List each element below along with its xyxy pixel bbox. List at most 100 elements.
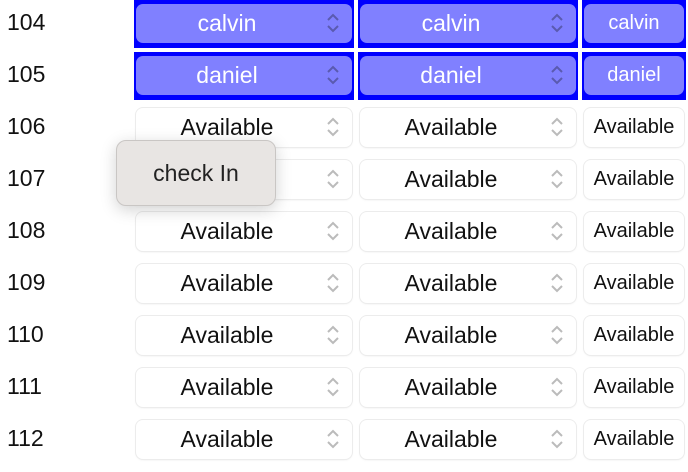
table-cell[interactable]: Available — [358, 104, 578, 152]
chevron-up-down-icon — [550, 220, 564, 242]
popup-value: Available — [180, 374, 274, 400]
table-cell[interactable]: Available — [582, 208, 686, 256]
table-cell[interactable]: Available — [582, 260, 686, 308]
status-popup-button[interactable]: Available — [136, 316, 352, 355]
check-in-popup-button[interactable]: check In — [116, 140, 276, 206]
popup-value: Available — [180, 270, 274, 296]
row-number: 109 — [7, 269, 46, 295]
table-cell[interactable]: Available — [358, 312, 578, 360]
popup-value: Available — [593, 272, 675, 294]
table-cell[interactable]: Available — [134, 208, 354, 256]
table-cell[interactable]: calvin — [582, 0, 686, 48]
table-cell[interactable]: Available — [358, 260, 578, 308]
status-popup-button[interactable]: Available — [584, 160, 684, 199]
table-row: 112 Available Available Available — [0, 418, 688, 470]
row-number: 110 — [7, 321, 44, 347]
row-number: 111 — [7, 373, 42, 399]
popup-value: Available — [404, 218, 498, 244]
chevron-up-down-icon — [326, 12, 340, 34]
chevron-up-down-icon — [326, 168, 340, 190]
chevron-up-down-icon — [550, 12, 564, 34]
table-cell[interactable]: Available — [134, 312, 354, 360]
row-number: 105 — [7, 61, 46, 87]
status-popup-button[interactable]: Available — [584, 368, 684, 407]
status-popup-button[interactable]: Available — [360, 264, 576, 303]
table-cell[interactable]: Available — [582, 416, 686, 464]
popup-value: Available — [404, 322, 498, 348]
popup-value: Available — [404, 270, 498, 296]
table-cell[interactable]: daniel — [358, 52, 578, 100]
chevron-up-down-icon — [550, 428, 564, 450]
table-cell[interactable]: Available — [582, 104, 686, 152]
table-cell[interactable]: Available — [134, 260, 354, 308]
table-cell[interactable]: Available — [358, 416, 578, 464]
status-popup-button[interactable]: calvin — [584, 4, 684, 43]
status-popup-button[interactable]: Available — [360, 420, 576, 459]
chevron-up-down-icon — [550, 64, 564, 86]
status-popup-button[interactable]: calvin — [360, 4, 576, 43]
popup-value: Available — [180, 426, 274, 452]
popup-value: Available — [593, 220, 675, 242]
popup-value: Available — [593, 324, 675, 346]
status-popup-button[interactable]: Available — [584, 212, 684, 251]
status-popup-button[interactable]: Available — [360, 212, 576, 251]
table-cell[interactable]: calvin — [358, 0, 578, 48]
table-cell[interactable]: Available — [582, 364, 686, 412]
status-popup-button[interactable]: Available — [584, 316, 684, 355]
check-in-label: check In — [153, 159, 239, 186]
table-row: 110 Available Available Available — [0, 314, 688, 366]
status-popup-button[interactable]: Available — [360, 108, 576, 147]
chevron-up-down-icon — [326, 324, 340, 346]
table-cell[interactable]: Available — [134, 364, 354, 412]
status-popup-button[interactable]: Available — [360, 368, 576, 407]
row-number: 104 — [7, 9, 46, 35]
table-cell[interactable]: Available — [582, 312, 686, 360]
popup-value: Available — [180, 322, 274, 348]
popup-value: Available — [404, 426, 498, 452]
table-row: 109 Available Available Available — [0, 262, 688, 314]
table-row: 111 Available Available Available — [0, 366, 688, 418]
chevron-up-down-icon — [326, 376, 340, 398]
table-cell[interactable]: Available — [358, 364, 578, 412]
popup-value: Available — [404, 114, 498, 140]
status-popup-button[interactable]: Available — [136, 368, 352, 407]
popup-value: Available — [404, 374, 498, 400]
table-row: 105 daniel daniel daniel — [0, 52, 688, 106]
table-cell[interactable]: daniel — [582, 52, 686, 100]
table-row: 107AvailableAvailableAvailable — [0, 158, 688, 210]
table-row: 106 Available Available Available — [0, 106, 688, 158]
status-popup-button[interactable]: Available — [360, 160, 576, 199]
status-popup-button[interactable]: daniel — [360, 56, 576, 95]
table-cell[interactable]: Available — [358, 208, 578, 256]
row-number: 108 — [7, 217, 46, 243]
chevron-up-down-icon — [550, 116, 564, 138]
status-popup-button[interactable]: Available — [360, 316, 576, 355]
chevron-up-down-icon — [326, 220, 340, 242]
popup-value: daniel — [607, 64, 661, 86]
status-popup-button[interactable]: daniel — [584, 56, 684, 95]
status-popup-button[interactable]: Available — [584, 420, 684, 459]
status-popup-button[interactable]: daniel — [136, 56, 352, 95]
popup-value: calvin — [608, 12, 660, 34]
table-cell[interactable]: Available — [358, 156, 578, 204]
table-row: 108 Available Available Available — [0, 210, 688, 262]
status-popup-button[interactable]: Available — [136, 264, 352, 303]
chevron-up-down-icon — [550, 324, 564, 346]
status-popup-button[interactable]: calvin — [136, 4, 352, 43]
popup-value: Available — [180, 218, 274, 244]
status-popup-button[interactable]: Available — [136, 420, 352, 459]
popup-value: Available — [593, 168, 675, 190]
table-row: 104 calvin calvin calvin — [0, 0, 688, 54]
status-popup-button[interactable]: Available — [584, 264, 684, 303]
popup-value: Available — [404, 166, 498, 192]
table-cell[interactable]: calvin — [134, 0, 354, 48]
table-cell[interactable]: Available — [134, 416, 354, 464]
status-popup-button[interactable]: Available — [584, 108, 684, 147]
popup-value: calvin — [421, 10, 481, 36]
row-number: 112 — [7, 425, 44, 451]
chevron-up-down-icon — [326, 116, 340, 138]
table-cell[interactable]: daniel — [134, 52, 354, 100]
status-popup-button[interactable]: Available — [136, 212, 352, 251]
table-cell[interactable]: Available — [582, 156, 686, 204]
popup-value: Available — [593, 376, 675, 398]
